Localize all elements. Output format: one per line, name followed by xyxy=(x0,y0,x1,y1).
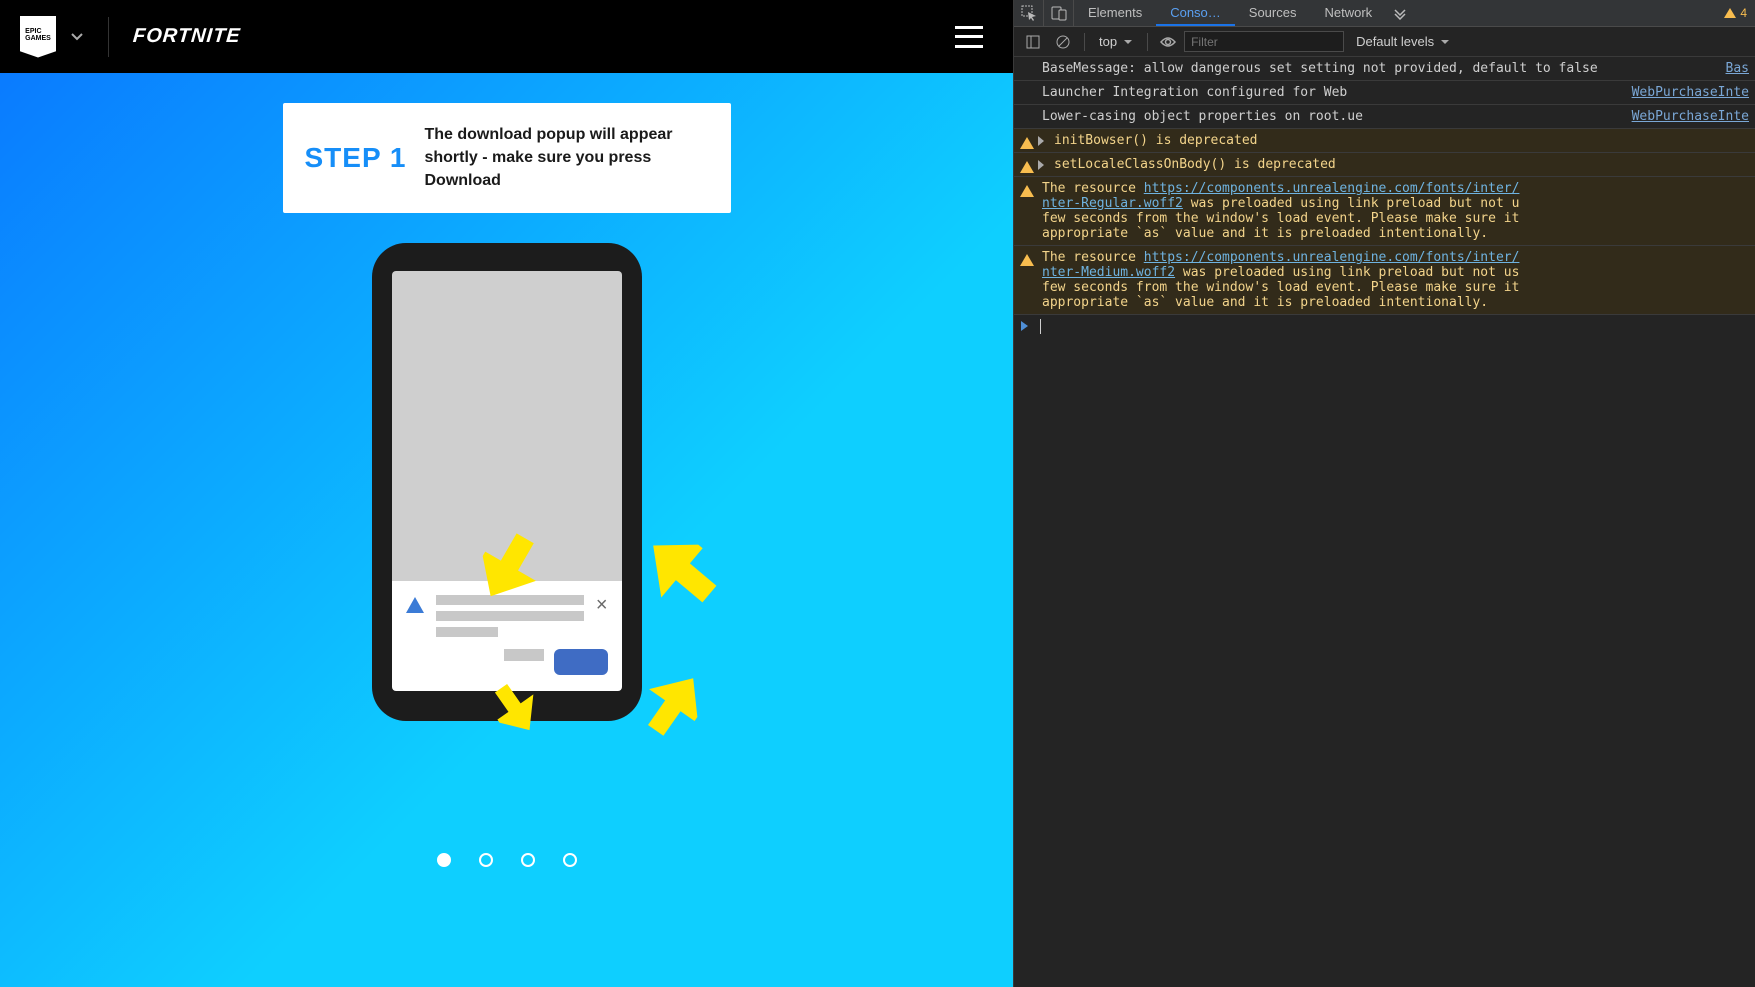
tab-elements[interactable]: Elements xyxy=(1074,0,1156,26)
cancel-button-placeholder xyxy=(504,649,544,661)
console-message-text: Launcher Integration configured for Web xyxy=(1042,85,1618,100)
tab-console[interactable]: Conso… xyxy=(1156,0,1235,26)
popup-text-placeholder xyxy=(436,595,584,637)
disclosure-triangle-icon[interactable] xyxy=(1038,160,1044,170)
resource-link[interactable]: https://components.unrealengine.com/font… xyxy=(1144,181,1520,196)
console-message-warn[interactable]: The resource https://components.unrealen… xyxy=(1014,246,1755,315)
warning-icon xyxy=(1020,252,1034,266)
console-filter-input[interactable] xyxy=(1184,31,1344,52)
console-message-info[interactable]: Launcher Integration configured for Web W… xyxy=(1014,81,1755,105)
console-message-text: initBowser() is deprecated xyxy=(1054,133,1749,148)
live-expression-icon[interactable] xyxy=(1156,36,1180,48)
top-nav: EPICGAMES FORTNITE xyxy=(0,0,1013,73)
console-message-warn[interactable]: The resource https://components.unrealen… xyxy=(1014,177,1755,246)
console-source-link[interactable]: WebPurchaseInte xyxy=(1632,85,1749,100)
resource-link[interactable]: https://components.unrealengine.com/font… xyxy=(1144,250,1520,265)
console-source-link[interactable]: WebPurchaseInte xyxy=(1632,109,1749,124)
download-button-placeholder xyxy=(554,649,608,675)
console-message-info[interactable]: BaseMessage: allow dangerous set setting… xyxy=(1014,57,1755,81)
carousel-dots xyxy=(437,853,577,867)
download-popup: × xyxy=(392,581,622,691)
warning-icon xyxy=(1020,159,1034,173)
console-toolbar: top Default levels xyxy=(1014,27,1755,57)
menu-icon[interactable] xyxy=(955,26,983,48)
carousel-dot-4[interactable] xyxy=(563,853,577,867)
console-message-warn[interactable]: setLocaleClassOnBody() is deprecated xyxy=(1014,153,1755,177)
console-prompt[interactable] xyxy=(1014,315,1755,338)
chevron-down-icon[interactable] xyxy=(70,30,84,44)
epic-games-logo[interactable]: EPICGAMES xyxy=(20,16,56,58)
phone-screen xyxy=(392,271,622,581)
console-message-info[interactable]: Lower-casing object properties on root.u… xyxy=(1014,105,1755,129)
execution-context-dropdown[interactable]: top xyxy=(1093,32,1139,51)
console-output[interactable]: BaseMessage: allow dangerous set setting… xyxy=(1014,57,1755,987)
epic-games-logo-text: EPICGAMES xyxy=(25,28,51,42)
more-tabs-icon[interactable] xyxy=(1386,0,1414,26)
device-toggle-icon[interactable] xyxy=(1044,0,1074,26)
console-message-warn[interactable]: initBowser() is deprecated xyxy=(1014,129,1755,153)
web-page: EPICGAMES FORTNITE STEP 1 The download p… xyxy=(0,0,1013,987)
execution-context-label: top xyxy=(1099,34,1117,49)
carousel-dot-3[interactable] xyxy=(521,853,535,867)
carousel-dot-1[interactable] xyxy=(437,853,451,867)
warning-icon xyxy=(1724,8,1736,18)
inspect-icon[interactable] xyxy=(1014,0,1044,26)
devtools-panel: Elements Conso… Sources Network 4 top De… xyxy=(1013,0,1755,987)
phone-illustration: × xyxy=(372,243,642,721)
console-message-text: The resource https://components.unrealen… xyxy=(1042,181,1749,241)
carousel-dot-2[interactable] xyxy=(479,853,493,867)
tab-network[interactable]: Network xyxy=(1310,0,1386,26)
console-source-link[interactable]: Bas xyxy=(1726,61,1749,76)
alert-icon xyxy=(406,597,424,613)
disclosure-triangle-icon[interactable] xyxy=(1038,136,1044,146)
hero-panel: STEP 1 The download popup will appear sh… xyxy=(0,73,1013,987)
devtools-tab-strip: Elements Conso… Sources Network 4 xyxy=(1014,0,1755,27)
step-card: STEP 1 The download popup will appear sh… xyxy=(283,103,731,213)
resource-link[interactable]: nter-Medium.woff2 xyxy=(1042,265,1175,280)
divider xyxy=(108,17,109,57)
console-message-text: BaseMessage: allow dangerous set setting… xyxy=(1042,61,1712,76)
warning-icon xyxy=(1020,135,1034,149)
warning-badge[interactable]: 4 xyxy=(1724,0,1755,26)
toggle-sidebar-icon[interactable] xyxy=(1020,31,1046,53)
console-message-text: setLocaleClassOnBody() is deprecated xyxy=(1054,157,1749,172)
warning-icon xyxy=(1020,183,1034,197)
clear-console-icon[interactable] xyxy=(1050,31,1076,53)
fortnite-logo[interactable]: FORTNITE xyxy=(132,25,242,48)
console-message-text: The resource https://components.unrealen… xyxy=(1042,250,1749,310)
log-levels-label: Default levels xyxy=(1356,34,1434,49)
tab-sources[interactable]: Sources xyxy=(1235,0,1311,26)
phone-frame: × xyxy=(372,243,642,721)
close-icon: × xyxy=(596,595,608,615)
step-number: STEP 1 xyxy=(305,142,407,174)
warning-count: 4 xyxy=(1740,6,1747,20)
console-message-text: Lower-casing object properties on root.u… xyxy=(1042,109,1618,124)
log-levels-dropdown[interactable]: Default levels xyxy=(1356,34,1450,49)
step-description: The download popup will appear shortly -… xyxy=(424,123,708,193)
resource-link[interactable]: nter-Regular.woff2 xyxy=(1042,196,1183,211)
